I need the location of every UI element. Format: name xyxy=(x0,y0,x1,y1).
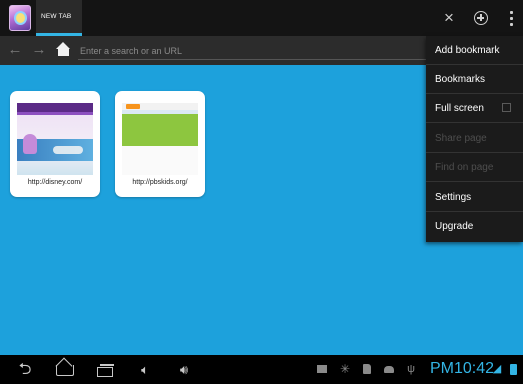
tab-new-tab[interactable]: NEW TAB xyxy=(36,0,82,36)
speed-dial-tile-disney[interactable]: http://disney.com/ xyxy=(10,91,100,197)
url-search-input[interactable] xyxy=(80,43,410,59)
overflow-menu-icon[interactable] xyxy=(504,7,518,29)
speed-dial-tile-pbskids[interactable]: http://pbskids.org/ xyxy=(115,91,205,197)
system-back-icon[interactable]: ⮌ xyxy=(14,361,36,378)
volume-down-icon[interactable]: 🔈︎ xyxy=(134,361,156,378)
menu-item-label: Find on page xyxy=(435,162,494,173)
forward-arrow-icon[interactable]: → xyxy=(31,42,47,58)
sd-card-icon xyxy=(361,363,373,375)
battery-icon xyxy=(509,363,518,375)
plus-circle-icon[interactable] xyxy=(470,7,492,29)
menu-item-label: Full screen xyxy=(435,103,484,114)
android-debug-icon xyxy=(383,363,395,375)
menu-item-label: Share page xyxy=(435,133,487,144)
app-logo-icon[interactable] xyxy=(9,5,31,31)
menu-item-find-on-page: Find on page xyxy=(426,153,523,182)
tile-url: http://pbskids.org/ xyxy=(132,179,188,186)
menu-item-full-screen[interactable]: Full screen xyxy=(426,94,523,123)
wifi-icon: ◢ xyxy=(492,363,502,375)
brightness-icon: ✳ xyxy=(339,362,351,376)
menu-item-label: Add bookmark xyxy=(435,45,500,56)
back-arrow-icon[interactable]: ← xyxy=(7,42,23,58)
home-icon[interactable] xyxy=(55,41,72,59)
tab-label: NEW TAB xyxy=(41,13,72,20)
tile-url: http://disney.com/ xyxy=(27,179,83,186)
full-screen-checkbox[interactable] xyxy=(502,103,511,112)
system-recent-apps-icon[interactable] xyxy=(94,361,116,378)
overflow-dropdown-menu: Add bookmark Bookmarks Full screen Share… xyxy=(426,36,523,242)
system-home-icon[interactable] xyxy=(53,361,75,378)
status-clock: PM10:42 xyxy=(430,360,495,377)
menu-item-label: Upgrade xyxy=(435,221,474,232)
close-icon[interactable]: × xyxy=(439,7,459,29)
pbskids-thumbnail xyxy=(122,103,198,175)
system-bar: ⮌ 🔈︎ 🔊︎ ✳ ψ PM10:42 ◢ xyxy=(0,355,523,384)
tab-strip: NEW TAB × xyxy=(0,0,523,36)
menu-item-share-page: Share page xyxy=(426,124,523,153)
volume-up-icon[interactable]: 🔊︎ xyxy=(173,361,195,378)
url-input-underline xyxy=(78,59,428,60)
menu-item-settings[interactable]: Settings xyxy=(426,183,523,212)
disney-thumbnail xyxy=(17,103,93,175)
menu-item-bookmarks[interactable]: Bookmarks xyxy=(426,65,523,94)
menu-item-upgrade[interactable]: Upgrade xyxy=(426,212,523,241)
usb-icon: ψ xyxy=(407,363,415,375)
gmail-notification-icon xyxy=(316,363,328,375)
menu-item-label: Settings xyxy=(435,192,472,203)
menu-item-label: Bookmarks xyxy=(435,74,486,85)
menu-item-add-bookmark[interactable]: Add bookmark xyxy=(426,36,523,65)
